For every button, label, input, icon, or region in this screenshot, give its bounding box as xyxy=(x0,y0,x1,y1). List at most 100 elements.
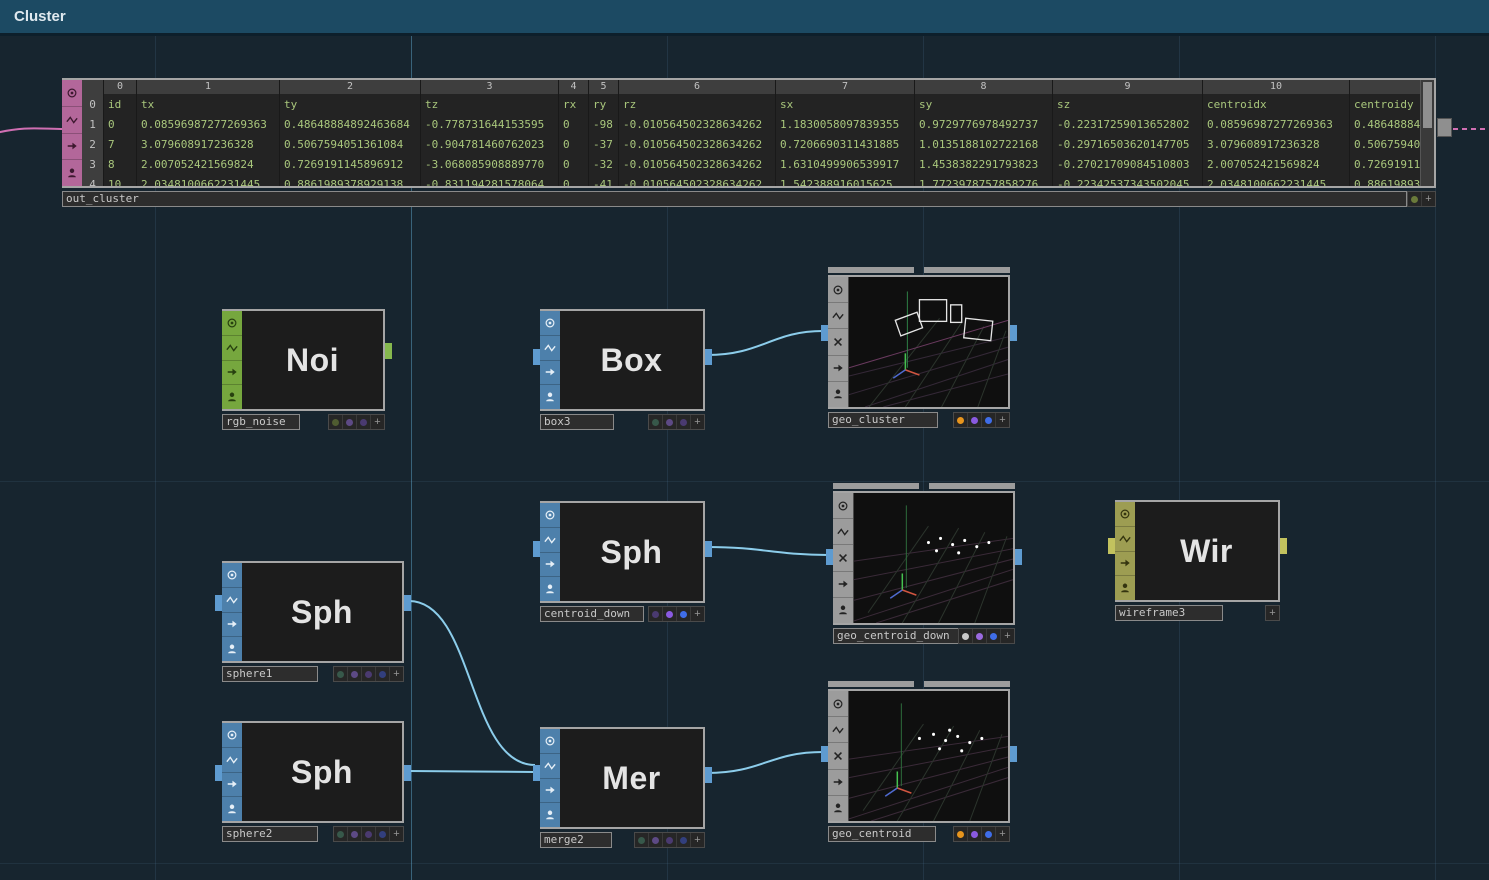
flag-toggle[interactable] xyxy=(677,833,691,847)
parent-connector[interactable] xyxy=(828,681,914,687)
output-connector[interactable] xyxy=(1010,325,1017,341)
arrow-icon[interactable] xyxy=(222,773,242,798)
wave-icon[interactable] xyxy=(828,717,848,743)
flag-toggle[interactable] xyxy=(677,415,691,429)
input-connector[interactable] xyxy=(821,325,828,341)
node-name[interactable]: box3 xyxy=(540,414,614,430)
arrow-icon[interactable] xyxy=(62,134,82,161)
add-flag-button[interactable]: + xyxy=(996,413,1009,427)
output-connector[interactable] xyxy=(1015,549,1022,565)
wire-into-out-cluster[interactable] xyxy=(0,128,64,133)
parent-connector[interactable] xyxy=(924,267,1010,273)
parent-connector[interactable] xyxy=(833,483,919,489)
arrow-icon[interactable] xyxy=(1115,552,1135,577)
node-name[interactable]: sphere1 xyxy=(222,666,318,682)
flag-toggle[interactable] xyxy=(329,415,343,429)
parent-connector[interactable] xyxy=(929,483,1015,489)
flag-toggle[interactable] xyxy=(959,629,973,643)
add-flag-button[interactable]: + xyxy=(1001,629,1014,643)
node-box3[interactable]: Box box3 + xyxy=(540,309,705,430)
flag-toggle[interactable] xyxy=(982,827,996,841)
add-flag-button[interactable]: + xyxy=(371,415,384,429)
wave-icon[interactable] xyxy=(222,588,242,613)
flag-toggle[interactable] xyxy=(376,667,390,681)
viewer-icon[interactable] xyxy=(828,691,848,717)
flag-toggle[interactable] xyxy=(376,827,390,841)
person-icon[interactable] xyxy=(833,598,853,623)
arrow-icon[interactable] xyxy=(833,572,853,598)
viewer-icon[interactable] xyxy=(222,563,242,588)
output-connector[interactable] xyxy=(705,349,712,365)
flag-toggle[interactable] xyxy=(954,827,968,841)
output-connector[interactable] xyxy=(1280,538,1287,554)
flag-toggle[interactable] xyxy=(635,833,649,847)
node-name[interactable]: geo_cluster xyxy=(828,412,938,428)
person-icon[interactable] xyxy=(828,796,848,821)
add-flag-button[interactable]: + xyxy=(390,827,403,841)
node-name[interactable]: merge2 xyxy=(540,832,612,848)
wave-icon[interactable] xyxy=(62,107,82,134)
flag-toggle[interactable] xyxy=(348,667,362,681)
add-flag-button[interactable]: + xyxy=(691,833,704,847)
flag-toggle[interactable] xyxy=(968,413,982,427)
viewer-icon[interactable] xyxy=(222,311,242,336)
flag-toggle[interactable] xyxy=(348,827,362,841)
flag-toggle[interactable] xyxy=(663,833,677,847)
wave-icon[interactable] xyxy=(540,754,560,779)
input-connector[interactable] xyxy=(1108,538,1115,554)
flag-toggle[interactable] xyxy=(362,667,376,681)
node-out-cluster[interactable]: 0123456789100idtxtytzrxryrzsxsyszcentroi… xyxy=(62,78,1436,207)
flag-toggle[interactable] xyxy=(954,413,968,427)
wire-merge2-to-geo-centroid[interactable] xyxy=(707,752,823,773)
wave-icon[interactable] xyxy=(222,336,242,361)
person-icon[interactable] xyxy=(540,803,560,827)
person-icon[interactable] xyxy=(828,382,848,407)
node-name[interactable]: sphere2 xyxy=(222,826,318,842)
input-connector[interactable] xyxy=(533,349,540,365)
flag-toggle[interactable] xyxy=(343,415,357,429)
node-wireframe3[interactable]: Wir wireframe3 + xyxy=(1115,500,1280,621)
wave-icon[interactable] xyxy=(1115,527,1135,552)
input-connector[interactable] xyxy=(821,746,828,762)
viewer-icon[interactable] xyxy=(540,729,560,754)
node-sphere1[interactable]: Sph sphere1 + xyxy=(222,561,404,682)
node-name[interactable]: geo_centroid_down xyxy=(833,628,965,644)
person-icon[interactable] xyxy=(222,637,242,661)
person-icon[interactable] xyxy=(222,385,242,409)
flag-toggle[interactable] xyxy=(677,607,691,621)
viewer-icon[interactable] xyxy=(222,723,242,748)
wave-icon[interactable] xyxy=(540,336,560,361)
wave-icon[interactable] xyxy=(222,748,242,773)
node-geo-centroid-down[interactable]: geo_centroid_down + xyxy=(833,483,1015,644)
output-connector[interactable] xyxy=(404,595,411,611)
input-connector[interactable] xyxy=(533,541,540,557)
flag-toggle[interactable] xyxy=(973,629,987,643)
arrow-icon[interactable] xyxy=(540,553,560,578)
output-connector[interactable] xyxy=(705,767,712,783)
person-icon[interactable] xyxy=(1115,576,1135,600)
person-icon[interactable] xyxy=(222,797,242,821)
wave-icon[interactable] xyxy=(833,519,853,545)
output-connector[interactable] xyxy=(1010,746,1017,762)
output-connector[interactable] xyxy=(705,541,712,557)
flag-toggle[interactable] xyxy=(968,827,982,841)
arrow-icon[interactable] xyxy=(828,356,848,382)
input-connector[interactable] xyxy=(533,765,540,781)
scrollbar-thumb[interactable] xyxy=(1423,82,1432,128)
flag-toggle[interactable] xyxy=(663,415,677,429)
node-name[interactable]: centroid_down xyxy=(540,606,644,622)
add-flag-button[interactable]: + xyxy=(1266,606,1279,620)
flag-toggle[interactable] xyxy=(334,667,348,681)
table-resize-handle[interactable] xyxy=(1437,118,1452,137)
viewer-icon[interactable] xyxy=(540,311,560,336)
flag-toggle[interactable] xyxy=(649,415,663,429)
flag-toggle[interactable] xyxy=(362,827,376,841)
wave-icon[interactable] xyxy=(540,528,560,553)
wire-sphere1-to-merge2[interactable] xyxy=(409,601,535,765)
table-scrollbar[interactable] xyxy=(1420,80,1434,186)
node-name[interactable]: geo_centroid xyxy=(828,826,936,842)
wire-box3-to-geo-cluster[interactable] xyxy=(707,331,823,355)
viewer-icon[interactable] xyxy=(828,277,848,303)
arrow-icon[interactable] xyxy=(222,361,242,386)
node-name[interactable]: wireframe3 xyxy=(1115,605,1223,621)
